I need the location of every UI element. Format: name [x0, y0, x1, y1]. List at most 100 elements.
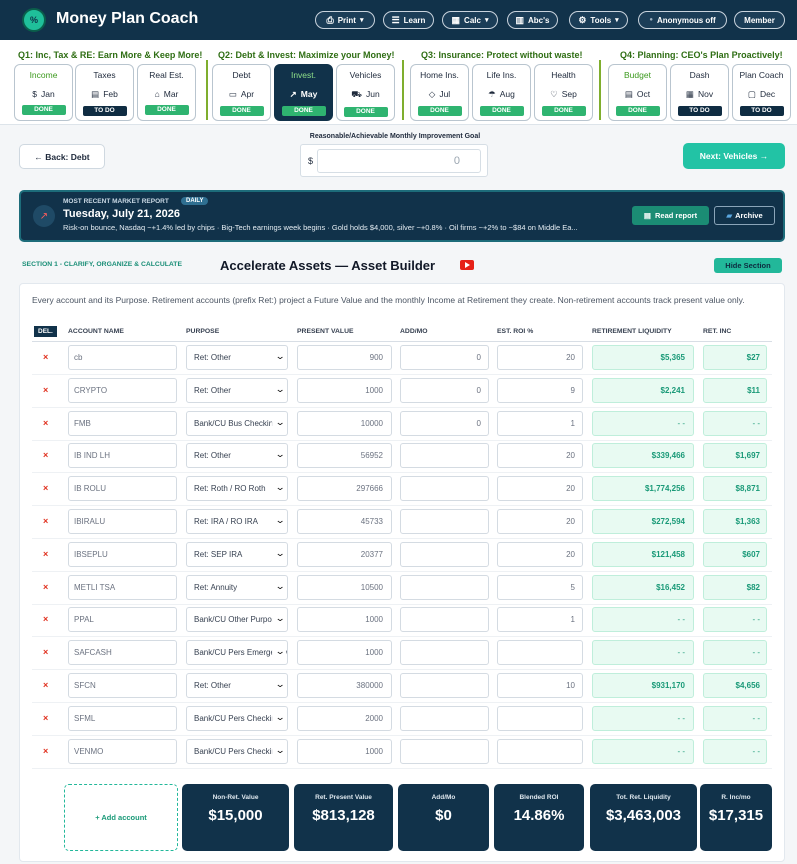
- purpose-select[interactable]: Ret: Other ⌄: [186, 345, 288, 370]
- purpose-select[interactable]: Ret: Other ⌄: [186, 377, 288, 403]
- next-button[interactable]: Next: Vehicles →: [683, 143, 785, 169]
- delete-icon[interactable]: ×: [43, 582, 48, 592]
- month-card-aug[interactable]: Life Ins. ☂ Aug DONE: [472, 64, 531, 121]
- purpose-select[interactable]: Ret: Annuity ⌄: [186, 574, 288, 600]
- add-mo-input[interactable]: [400, 673, 489, 698]
- purpose-select[interactable]: Ret: Roth / RO Roth ⌄: [186, 476, 288, 502]
- month-card-mar[interactable]: Real Est. ⌂ Mar DONE: [137, 64, 196, 121]
- add-mo-input[interactable]: [400, 509, 489, 534]
- add-account-button[interactable]: + Add account: [64, 784, 178, 851]
- hide-section-button[interactable]: Hide Section: [714, 258, 782, 273]
- month-card-jan[interactable]: Income $ Jan DONE: [14, 64, 73, 121]
- month-card-nov[interactable]: Dash ▦ Nov TO DO: [670, 64, 729, 121]
- add-mo-input[interactable]: 0: [400, 377, 489, 403]
- present-value-input[interactable]: 380000: [297, 673, 392, 698]
- roi-input[interactable]: 1: [497, 607, 583, 633]
- add-mo-input[interactable]: [400, 476, 489, 502]
- account-name-input[interactable]: SFML: [68, 705, 177, 731]
- delete-icon[interactable]: ×: [43, 385, 48, 395]
- purpose-select[interactable]: Ret: IRA / RO IRA ⌄: [186, 509, 288, 534]
- present-value-input[interactable]: 45733: [297, 509, 392, 534]
- account-name-input[interactable]: SAFCASH: [68, 640, 177, 666]
- delete-icon[interactable]: ×: [43, 713, 48, 723]
- youtube-icon[interactable]: [460, 260, 474, 270]
- nav-abc-s-button[interactable]: ▥ Abc's: [507, 11, 558, 29]
- purpose-select[interactable]: Bank/CU Other Purpose ⌄: [186, 607, 288, 633]
- roi-input[interactable]: [497, 705, 583, 731]
- purpose-select[interactable]: Bank/CU Pers Emergency ⌄: [186, 640, 288, 666]
- present-value-input[interactable]: 10500: [297, 574, 392, 600]
- account-name-input[interactable]: PPAL: [68, 607, 177, 633]
- purpose-select[interactable]: Bank/CU Pers Checking ⌄: [186, 738, 288, 764]
- nav-tools-button[interactable]: ⚙ Tools ▾: [569, 11, 628, 29]
- add-mo-input[interactable]: [400, 541, 489, 567]
- delete-icon[interactable]: ×: [43, 352, 48, 362]
- present-value-input[interactable]: 900: [297, 345, 392, 370]
- present-value-input[interactable]: 56952: [297, 443, 392, 469]
- present-value-input[interactable]: 1000: [297, 607, 392, 633]
- present-value-input[interactable]: 1000: [297, 640, 392, 666]
- nav-print-button[interactable]: ⎙ Print ▾: [315, 11, 375, 29]
- delete-icon[interactable]: ×: [43, 516, 48, 526]
- month-card-oct[interactable]: Budget ▤ Oct DONE: [608, 64, 667, 121]
- roi-input[interactable]: [497, 640, 583, 666]
- delete-icon[interactable]: ×: [43, 450, 48, 460]
- account-name-input[interactable]: IBIRALU: [68, 509, 177, 534]
- roi-input[interactable]: 20: [497, 476, 583, 502]
- month-card-jul[interactable]: Home Ins. ◇ Jul DONE: [410, 64, 469, 121]
- present-value-input[interactable]: 1000: [297, 377, 392, 403]
- account-name-input[interactable]: cb: [68, 345, 177, 370]
- account-name-input[interactable]: IB ROLU: [68, 476, 177, 502]
- add-mo-input[interactable]: 0: [400, 345, 489, 370]
- account-name-input[interactable]: VENMO: [68, 738, 177, 764]
- delete-icon[interactable]: ×: [43, 680, 48, 690]
- add-mo-input[interactable]: [400, 443, 489, 469]
- add-mo-input[interactable]: [400, 738, 489, 764]
- goal-input[interactable]: 0: [317, 149, 481, 173]
- delete-icon[interactable]: ×: [43, 614, 48, 624]
- add-mo-input[interactable]: [400, 574, 489, 600]
- add-mo-input[interactable]: [400, 640, 489, 666]
- nav-anonymous-off-button[interactable]: ● Anonymous off: [638, 11, 727, 29]
- account-name-input[interactable]: IB IND LH: [68, 443, 177, 469]
- roi-input[interactable]: 20: [497, 443, 583, 469]
- delete-icon[interactable]: ×: [43, 418, 48, 428]
- present-value-input[interactable]: 297666: [297, 476, 392, 502]
- purpose-select[interactable]: Bank/CU Bus Checking ⌄: [186, 410, 288, 436]
- roi-input[interactable]: 5: [497, 574, 583, 600]
- nav-member-button[interactable]: Member: [734, 11, 785, 29]
- add-mo-input[interactable]: [400, 705, 489, 731]
- roi-input[interactable]: 20: [497, 509, 583, 534]
- present-value-input[interactable]: 1000: [297, 738, 392, 764]
- archive-button[interactable]: ▰ Archive: [714, 206, 775, 225]
- nav-calc-button[interactable]: ▦ Calc ▾: [442, 11, 498, 29]
- account-name-input[interactable]: CRYPTO: [68, 377, 177, 403]
- read-report-button[interactable]: ▤ Read report: [632, 206, 709, 225]
- delete-icon[interactable]: ×: [43, 746, 48, 756]
- roi-input[interactable]: 20: [497, 345, 583, 370]
- month-card-feb[interactable]: Taxes ▤ Feb TO DO: [75, 64, 134, 121]
- roi-input[interactable]: [497, 738, 583, 764]
- account-name-input[interactable]: IBSEPLU: [68, 541, 177, 567]
- roi-input[interactable]: 10: [497, 673, 583, 698]
- purpose-select[interactable]: Ret: SEP IRA ⌄: [186, 541, 288, 567]
- account-name-input[interactable]: SFCN: [68, 673, 177, 698]
- roi-input[interactable]: 1: [497, 410, 583, 436]
- account-name-input[interactable]: METLI TSA: [68, 574, 177, 600]
- roi-input[interactable]: 9: [497, 377, 583, 403]
- delete-icon[interactable]: ×: [43, 647, 48, 657]
- purpose-select[interactable]: Bank/CU Pers Checking ⌄: [186, 705, 288, 731]
- month-card-may[interactable]: Invest. ↗ May DONE: [274, 64, 333, 121]
- month-card-dec[interactable]: Plan Coach ▢ Dec TO DO: [732, 64, 791, 121]
- delete-icon[interactable]: ×: [43, 483, 48, 493]
- month-card-jun[interactable]: Vehicles ⛟ Jun DONE: [336, 64, 395, 121]
- back-button[interactable]: ← Back: Debt: [19, 144, 105, 169]
- delete-icon[interactable]: ×: [43, 549, 48, 559]
- nav-learn-button[interactable]: ☰ Learn: [383, 11, 434, 29]
- purpose-select[interactable]: Ret: Other ⌄: [186, 673, 288, 698]
- present-value-input[interactable]: 20377: [297, 541, 392, 567]
- roi-input[interactable]: 20: [497, 541, 583, 567]
- present-value-input[interactable]: 2000: [297, 705, 392, 731]
- add-mo-input[interactable]: [400, 607, 489, 633]
- present-value-input[interactable]: 10000: [297, 410, 392, 436]
